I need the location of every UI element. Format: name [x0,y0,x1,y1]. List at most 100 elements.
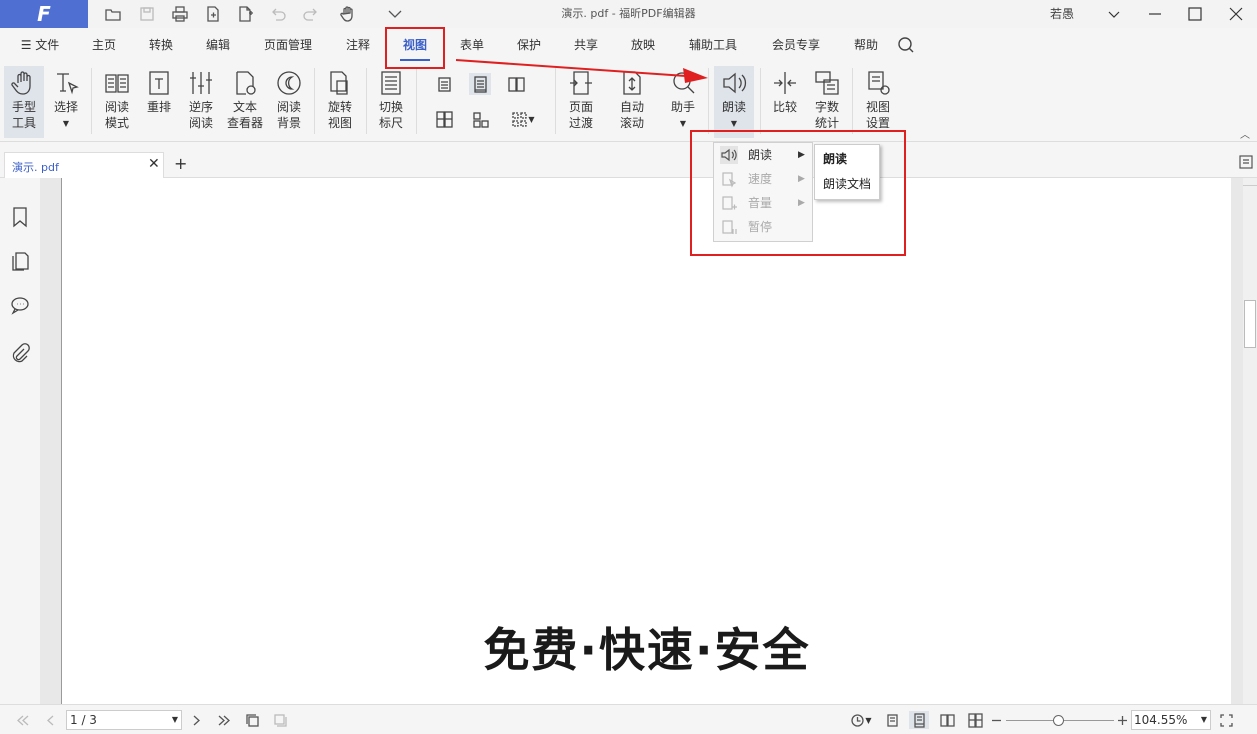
document-tab[interactable]: 演示. pdf ✕ [4,152,164,178]
open-folder-icon[interactable] [102,4,124,24]
menu-comment[interactable]: 注释 [338,28,378,62]
previous-page-icon[interactable] [40,711,60,729]
compare-button[interactable]: 比较 [766,66,804,138]
zoom-slider-handle[interactable] [1053,715,1064,726]
select-label: 选择 [53,100,78,114]
next-page-icon[interactable] [186,711,206,729]
menu-page-management[interactable]: 页面管理 [258,28,318,62]
minimize-button[interactable] [1135,0,1175,28]
text-viewer-button[interactable]: 文本 查看器 [224,66,266,138]
hand-mode-icon[interactable] [334,4,362,24]
text-viewer-label-1: 文本 [232,100,257,114]
fullscreen-icon[interactable] [1216,711,1236,729]
left-sidebar [0,178,40,704]
document-tab-bar: 演示. pdf ✕ + [0,142,1257,178]
user-menu-chevron-icon[interactable] [1094,0,1134,28]
caret-down-icon: ▼ [679,119,687,128]
select-tool-button[interactable]: 选择 ▼ [48,66,84,138]
reflow-button[interactable]: 重排 [142,66,176,138]
new-document-icon[interactable] [202,4,224,24]
pages-icon[interactable] [9,250,31,272]
bookmark-icon[interactable] [9,206,31,228]
reflow-label: 重排 [146,100,171,114]
speaker-icon [723,72,747,94]
vertical-scrollbar[interactable] [1243,178,1257,704]
read-background-label-1: 阅读 [276,100,301,114]
page-number-value: 1 / 3 [70,713,97,727]
menu-home[interactable]: 主页 [84,28,124,62]
customize-toolbar-icon[interactable] [384,4,406,24]
menu-member[interactable]: 会员专享 [764,28,828,62]
print-icon[interactable] [169,4,191,24]
view-settings-icon [868,71,890,95]
moon-icon [277,71,301,95]
continuous-view-icon[interactable] [909,711,929,729]
page-number-input[interactable]: 1 / 3 ▼ [66,710,182,730]
read-mode-status-icon[interactable]: ▼ [846,711,876,729]
app-logo[interactable]: F [0,0,88,28]
document-headline: 免费·快速·安全 [483,623,811,677]
hamburger-icon: ☰ [20,38,36,52]
maximize-button[interactable] [1175,0,1215,28]
reverse-read-label-1: 逆序 [188,100,213,114]
collapse-ribbon-icon[interactable]: ︿ [1240,126,1250,141]
user-name[interactable]: 若愚 [1050,0,1074,28]
ribbon-divider [366,68,367,134]
title-bar: F 演示. pdf - 福昕PDF编辑器 若愚 [0,0,1257,28]
compare-label: 比较 [772,100,797,114]
toggle-ruler-button[interactable]: 切换 标尺 [372,66,410,138]
view-settings-button[interactable]: 视图 设置 [858,66,898,138]
first-page-icon[interactable] [12,711,32,729]
create-pdf-icon[interactable] [234,4,256,24]
split-view-icon[interactable]: ▼ [505,108,541,130]
close-tab-icon[interactable]: ✕ [148,156,160,172]
hand-tool-button[interactable]: 手型 工具 [4,66,44,138]
close-window-button[interactable] [1216,0,1256,28]
previous-view-icon[interactable] [242,711,262,729]
reverse-read-icon [190,72,212,94]
caret-down-icon: ▼ [865,715,872,725]
comments-icon[interactable] [9,294,31,316]
undo-icon[interactable] [267,4,289,24]
word-count-button[interactable]: 字数 统计 [808,66,846,138]
single-page-view-icon[interactable] [882,711,902,729]
next-view-icon[interactable] [270,711,290,729]
zoom-out-icon[interactable] [986,711,1006,729]
menu-convert[interactable]: 转换 [141,28,181,62]
caret-down-icon: ▼ [528,114,535,124]
compare-icon [774,72,796,94]
new-tab-button[interactable]: + [174,155,187,173]
rotate-view-label-1: 旋转 [327,100,352,114]
redo-icon[interactable] [300,4,322,24]
ribbon-divider [416,68,417,134]
scroll-up-button[interactable] [1243,178,1257,186]
word-count-label-2: 统计 [814,116,839,130]
view-settings-label-1: 视图 [865,100,890,114]
save-icon[interactable] [136,4,158,24]
scrollbar-thumb[interactable] [1244,300,1256,348]
annotation-arrow [455,59,708,83]
caret-down-icon: ▼ [62,119,70,128]
document-tab-title: 演示. pdf [12,161,59,174]
last-page-icon[interactable] [214,711,234,729]
two-page-continuous-icon[interactable] [433,108,455,130]
zoom-level-input[interactable]: 104.55% ▼ [1131,710,1211,730]
read-aloud-label: 朗读 [721,100,746,114]
panel-toggle-icon[interactable] [1238,154,1254,170]
status-bar: 1 / 3 ▼ ▼ 104.55% ▼ [0,704,1257,734]
cover-page-icon[interactable] [469,108,491,130]
attachment-icon[interactable] [9,342,31,364]
read-mode-button[interactable]: 阅读 模式 [98,66,136,138]
two-page-continuous-view-icon[interactable] [965,711,985,729]
search-icon[interactable] [896,28,916,62]
menu-file[interactable]: ☰ 文件 [14,28,66,62]
zoom-in-icon[interactable] [1112,711,1132,729]
reverse-read-button[interactable]: 逆序 阅读 [182,66,220,138]
menu-edit[interactable]: 编辑 [198,28,238,62]
zoom-level-value: 104.55% [1134,713,1188,727]
rotate-view-button[interactable]: 旋转 视图 [320,66,360,138]
menu-help[interactable]: 帮助 [846,28,886,62]
two-page-view-icon[interactable] [937,711,957,729]
read-aloud-button[interactable]: 朗读 ▼ [714,66,754,138]
read-background-button[interactable]: 阅读 背景 [270,66,308,138]
